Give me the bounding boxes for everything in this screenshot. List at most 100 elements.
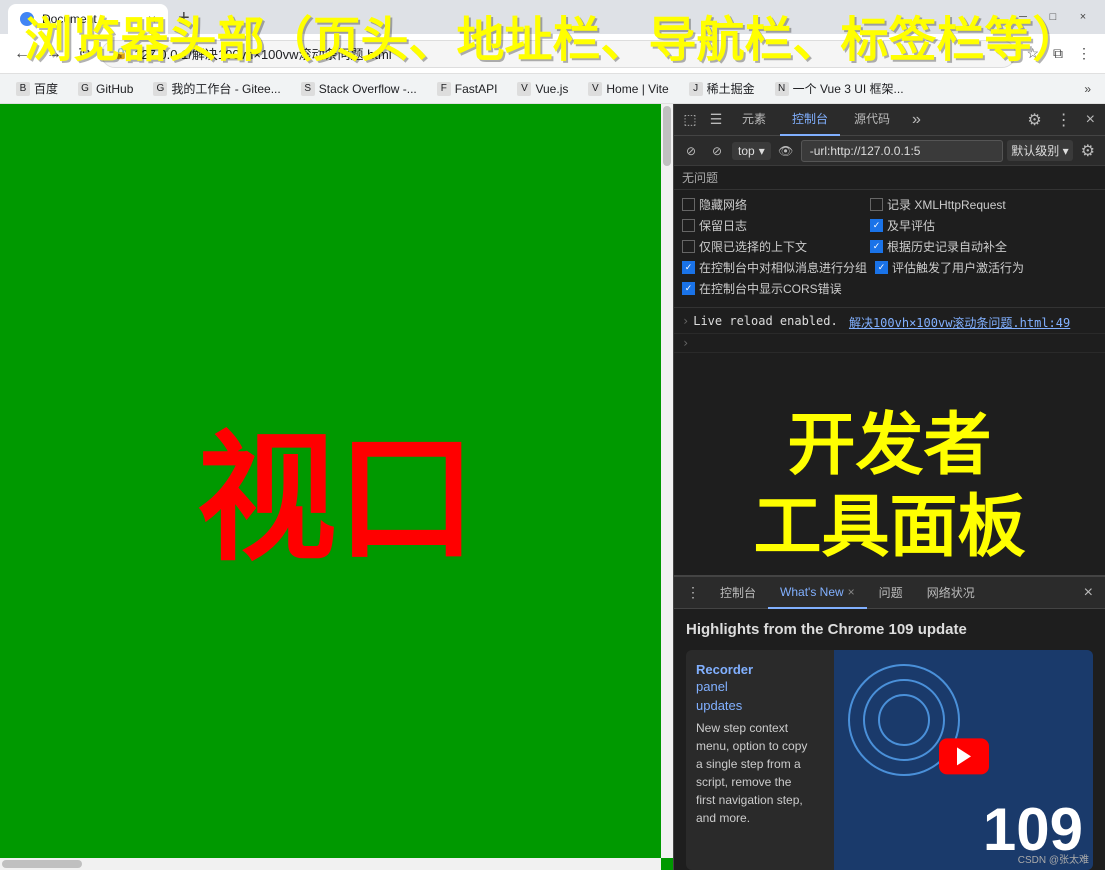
- whats-new-text-col: Recorder panel updates New step context …: [686, 650, 824, 870]
- window-controls: ─ □ ×: [1009, 8, 1097, 26]
- inspect-icon[interactable]: ⬚: [678, 108, 702, 132]
- tab-close-button[interactable]: ×: [148, 11, 156, 27]
- bottom-tab-console[interactable]: 控制台: [708, 577, 768, 609]
- maximize-button[interactable]: □: [1039, 8, 1067, 26]
- scrollbar-thumb-h: [2, 860, 82, 868]
- bottom-tab-issues[interactable]: 问题: [867, 577, 915, 609]
- bookmark-label-8: 一个 Vue 3 UI 框架...: [793, 80, 904, 97]
- viewport: 视口: [0, 104, 673, 870]
- forward-button[interactable]: →: [40, 41, 68, 67]
- console-arrow: ›: [682, 314, 689, 328]
- bookmark-label-4: FastAPI: [455, 82, 498, 96]
- tab-console[interactable]: 控制台: [780, 104, 840, 136]
- active-tab[interactable]: Document ×: [8, 4, 168, 34]
- tab-title: Document: [42, 12, 97, 26]
- devtools-panel: 开发者工具面板 ⬚ ☰ 元素 控制台 源代码 » ⚙ ⋮ ×: [673, 104, 1105, 870]
- devtools-close-icon[interactable]: ×: [1080, 107, 1101, 133]
- bookmark-item-6[interactable]: VHome | Vite: [580, 80, 676, 98]
- address-bar[interactable]: 🔒 127.0.0.1/解决100vh×100vw滚动条问题.html: [101, 40, 1016, 68]
- console-settings-icon[interactable]: ⚙: [1077, 139, 1099, 163]
- cb-hide-network-label: 隐藏网络: [699, 196, 747, 213]
- cb-selected-context: 仅限已选择的上下文: [682, 238, 862, 255]
- eye-button[interactable]: 👁: [775, 140, 797, 162]
- cb-preserve-log-box[interactable]: [682, 219, 695, 232]
- devtools-more-icon[interactable]: ⋮: [1050, 106, 1078, 134]
- title-bar: 浏览器头部（页头、地址栏、导航栏、标签栏等） Document × + ─ □ …: [0, 0, 1105, 34]
- device-icon[interactable]: ☰: [704, 108, 728, 132]
- bookmark-favicon-8: N: [775, 82, 789, 96]
- bookmark-label-7: 稀土掘金: [707, 80, 755, 97]
- whats-new-close-button[interactable]: ×: [848, 585, 855, 599]
- extension-button[interactable]: ⧉: [1047, 41, 1069, 66]
- whats-new-title: Highlights from the Chrome 109 update: [686, 621, 1093, 638]
- cb-preserve-log-label: 保留日志: [699, 217, 747, 234]
- bookmark-item-4[interactable]: FFastAPI: [429, 80, 506, 98]
- wn-subsection: panel: [696, 679, 814, 694]
- tab-sources[interactable]: 源代码: [842, 104, 902, 136]
- cb-user-activation-label: 评估触发了用户激活行为: [892, 259, 1024, 276]
- cb-user-activation-box[interactable]: ✓: [875, 261, 888, 274]
- bottom-tab-network-conditions[interactable]: 网络状况: [915, 577, 987, 609]
- context-selector[interactable]: top ▾: [732, 142, 771, 160]
- scrollbar-vertical[interactable]: [661, 104, 673, 858]
- close-button[interactable]: ×: [1069, 8, 1097, 26]
- bookmark-item-1[interactable]: GGitHub: [70, 80, 141, 98]
- bottom-tab-more-icon[interactable]: ⋮: [678, 580, 708, 605]
- cb-preserve-log: 保留日志: [682, 217, 862, 234]
- more-tabs-button[interactable]: »: [904, 111, 929, 129]
- scrollbar-horizontal[interactable]: [0, 858, 661, 870]
- cb-selected-context-box[interactable]: [682, 240, 695, 253]
- checkboxes-area: 隐藏网络 记录 XMLHttpRequest 保留日志 ✓ 及早评估: [674, 190, 1105, 308]
- bottom-tab-whats-new[interactable]: What's New ×: [768, 577, 867, 609]
- context-arrow: ▾: [759, 144, 765, 158]
- star-button[interactable]: ☆: [1020, 41, 1045, 66]
- cb-xmlhttp-label: 记录 XMLHttpRequest: [887, 196, 1006, 213]
- console-link[interactable]: 解决100vh×100vw滚动条问题.html:49: [849, 314, 1070, 331]
- devtools-bottom-panel: ⋮ 控制台 What's New × 问题 网络状况 ×: [674, 575, 1105, 870]
- cb-autocomplete-label: 根据历史记录自动补全: [887, 238, 1007, 255]
- content-area: 视口 开发者工具面板 ⬚ ☰ 元素 控制台: [0, 104, 1105, 870]
- bookmark-favicon-6: V: [588, 82, 602, 96]
- cb-autocomplete-box[interactable]: ✓: [870, 240, 883, 253]
- cb-hide-network: 隐藏网络: [682, 196, 862, 213]
- bookmarks-more-button[interactable]: »: [1078, 80, 1097, 98]
- bookmark-label-0: 百度: [34, 80, 58, 97]
- csdn-label: CSDN @张太难: [1018, 851, 1089, 866]
- cb-group-similar-box[interactable]: ✓: [682, 261, 695, 274]
- cb-eager-eval-box[interactable]: ✓: [870, 219, 883, 232]
- bookmark-item-7[interactable]: J稀土掘金: [681, 78, 763, 99]
- cb-group-similar: ✓ 在控制台中对相似消息进行分组: [682, 259, 867, 276]
- settings-button[interactable]: ⋮: [1071, 41, 1097, 66]
- cb-xmlhttp-box[interactable]: [870, 198, 883, 211]
- cb-hide-network-box[interactable]: [682, 198, 695, 211]
- cb-eager-eval-label: 及早评估: [887, 217, 935, 234]
- nav-actions: ☆ ⧉ ⋮: [1020, 41, 1097, 66]
- wn-body: New step context menu, option to copy a …: [696, 719, 814, 827]
- bookmark-item-2[interactable]: G我的工作台 - Gitee...: [145, 78, 288, 99]
- minimize-button[interactable]: ─: [1009, 8, 1037, 26]
- no-issues-text: 无问题: [682, 169, 718, 186]
- bottom-panel-close-icon[interactable]: ×: [1076, 580, 1101, 606]
- tab-elements[interactable]: 元素: [730, 104, 778, 136]
- youtube-play-button[interactable]: [939, 738, 989, 774]
- bookmark-label-2: 我的工作台 - Gitee...: [171, 80, 280, 97]
- refresh-button[interactable]: ↻: [72, 40, 97, 68]
- console-filter-input[interactable]: [801, 140, 1004, 162]
- no-issues-bar: 无问题: [674, 166, 1105, 190]
- filter-icon-button[interactable]: ⊘: [706, 140, 728, 162]
- bookmark-item-5[interactable]: VVue.js: [509, 80, 576, 98]
- cb-user-activation: ✓ 评估触发了用户激活行为: [875, 259, 1055, 276]
- back-button[interactable]: ←: [8, 41, 36, 67]
- bookmark-item-8[interactable]: N 一个 Vue 3 UI 框架...: [767, 78, 912, 99]
- bookmark-item-3[interactable]: SStack Overflow -...: [293, 80, 425, 98]
- new-tab-button[interactable]: +: [172, 3, 196, 34]
- cb-xmlhttp: 记录 XMLHttpRequest: [870, 196, 1050, 213]
- checkbox-row-4: ✓ 在控制台中对相似消息进行分组 ✓ 评估触发了用户激活行为: [682, 259, 1097, 276]
- cb-group-similar-label: 在控制台中对相似消息进行分组: [699, 259, 867, 276]
- cb-autocomplete: ✓ 根据历史记录自动补全: [870, 238, 1050, 255]
- cb-cors-errors-box[interactable]: ✓: [682, 282, 695, 295]
- log-level-select[interactable]: 默认级别 ▾: [1007, 140, 1072, 161]
- bookmark-item-0[interactable]: B百度: [8, 78, 66, 99]
- devtools-settings-icon[interactable]: ⚙: [1021, 106, 1047, 134]
- clear-console-button[interactable]: ⊘: [680, 140, 702, 162]
